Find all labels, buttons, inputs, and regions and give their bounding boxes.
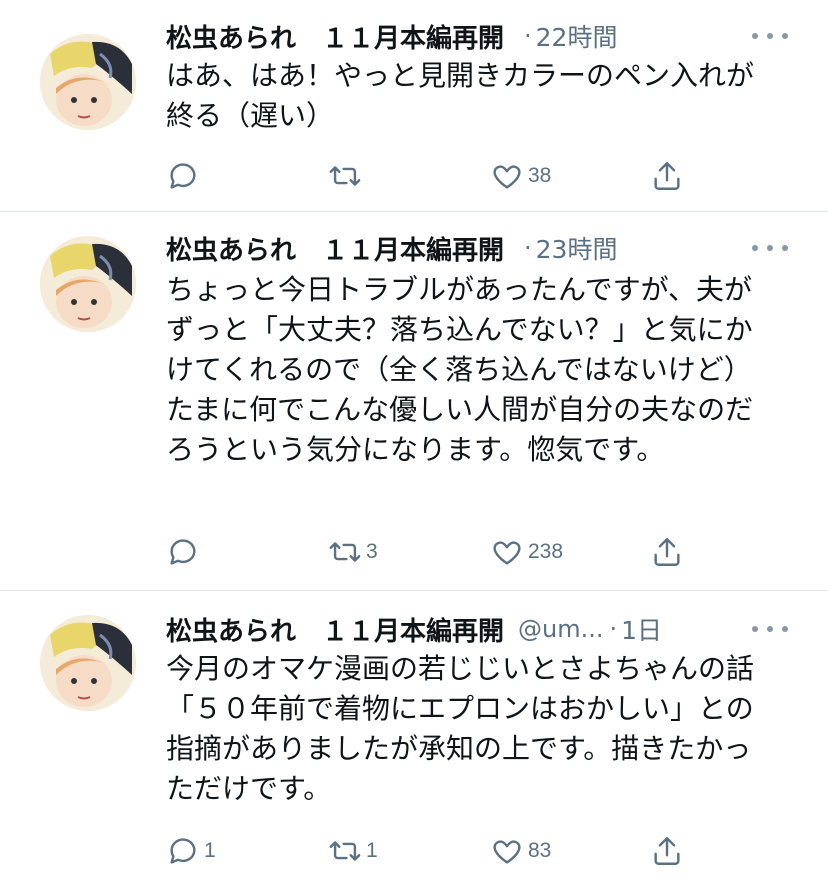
tweet-header: 松虫あられ １１月本編再開 @um... · 1日: [166, 609, 662, 649]
reply-button[interactable]: [166, 156, 204, 196]
retweet-button[interactable]: 1: [328, 831, 378, 871]
tweet-actions: 38: [166, 156, 706, 196]
reply-bubble-icon: [170, 838, 196, 864]
like-button[interactable]: 238: [490, 532, 563, 572]
avatar[interactable]: [40, 34, 136, 130]
share-button[interactable]: [650, 532, 684, 572]
timestamp[interactable]: 22時間: [536, 18, 618, 54]
retweet-count: 3: [366, 540, 378, 563]
retweet-count: 1: [366, 839, 378, 862]
like-count: 238: [528, 540, 564, 563]
tweet-1[interactable]: 松虫あられ １１月本編再開 · 22時間 はあ、はあ！やっと見開きカラーのペン入…: [0, 0, 828, 211]
separator-dot: ·: [609, 615, 618, 643]
display-name[interactable]: 松虫あられ １１月本編再開: [166, 230, 504, 267]
tweet-2[interactable]: 松虫あられ １１月本編再開 · 23時間 ちょっと今日トラブルがあったんですが、…: [0, 212, 828, 590]
share-upload-icon: [654, 837, 680, 865]
tweet-header: 松虫あられ １１月本編再開 · 22時間: [166, 16, 617, 56]
tweet-text: ちょっと今日トラブルがあったんですが、夫がずっと「大丈夫？落ち込んでない？」と気…: [166, 273, 754, 466]
share-upload-icon: [654, 538, 680, 566]
reply-count: 1: [204, 839, 216, 862]
avatar[interactable]: [40, 236, 136, 332]
more-dots-icon[interactable]: [752, 619, 788, 639]
retweet-button[interactable]: 3: [328, 532, 378, 572]
tweet-actions: 1 1 83: [166, 831, 706, 871]
retweet-arrows-icon: [329, 542, 361, 562]
avatar[interactable]: [40, 615, 136, 711]
heart-icon: [493, 840, 521, 864]
heart-icon: [493, 541, 521, 565]
like-count: 38: [528, 164, 552, 187]
user-handle[interactable]: @um...: [518, 615, 603, 643]
reply-bubble-icon: [170, 539, 196, 565]
separator-dot: ·: [524, 234, 532, 262]
retweet-button[interactable]: [328, 156, 366, 196]
like-count: 83: [528, 839, 552, 862]
like-button[interactable]: 83: [490, 831, 551, 871]
avatar-illustration: [40, 34, 136, 130]
more-dots-icon[interactable]: [752, 26, 788, 46]
like-button[interactable]: 38: [490, 156, 551, 196]
avatar-illustration: [40, 615, 136, 711]
display-name[interactable]: 松虫あられ １１月本編再開: [166, 611, 504, 648]
retweet-arrows-icon: [329, 166, 361, 186]
tweet-header: 松虫あられ １１月本編再開 · 23時間: [166, 228, 617, 268]
reply-button[interactable]: 1: [166, 831, 216, 871]
share-button[interactable]: [650, 156, 684, 196]
tweet-3[interactable]: 松虫あられ １１月本編再開 @um... · 1日 今月のオマケ漫画の若じじいと…: [0, 591, 828, 880]
tweet-actions: 3 238: [166, 532, 706, 572]
timestamp[interactable]: 1日: [621, 611, 662, 647]
separator-dot: ·: [524, 22, 532, 50]
display-name[interactable]: 松虫あられ １１月本編再開: [166, 18, 504, 55]
heart-icon: [493, 165, 521, 189]
more-dots-icon[interactable]: [752, 238, 788, 258]
timestamp[interactable]: 23時間: [536, 230, 618, 266]
tweet-text: はあ、はあ！やっと見開きカラーのペン入れが終る（遅い）: [166, 59, 755, 132]
share-upload-icon: [654, 162, 680, 190]
reply-bubble-icon: [170, 163, 196, 189]
tweet-text: 今月のオマケ漫画の若じじいとさよちゃんの話「５０年前で着物にエプロンはおかしい」…: [166, 652, 755, 805]
reply-button[interactable]: [166, 532, 204, 572]
retweet-arrows-icon: [329, 841, 361, 861]
avatar-illustration: [40, 236, 136, 332]
share-button[interactable]: [650, 831, 684, 871]
